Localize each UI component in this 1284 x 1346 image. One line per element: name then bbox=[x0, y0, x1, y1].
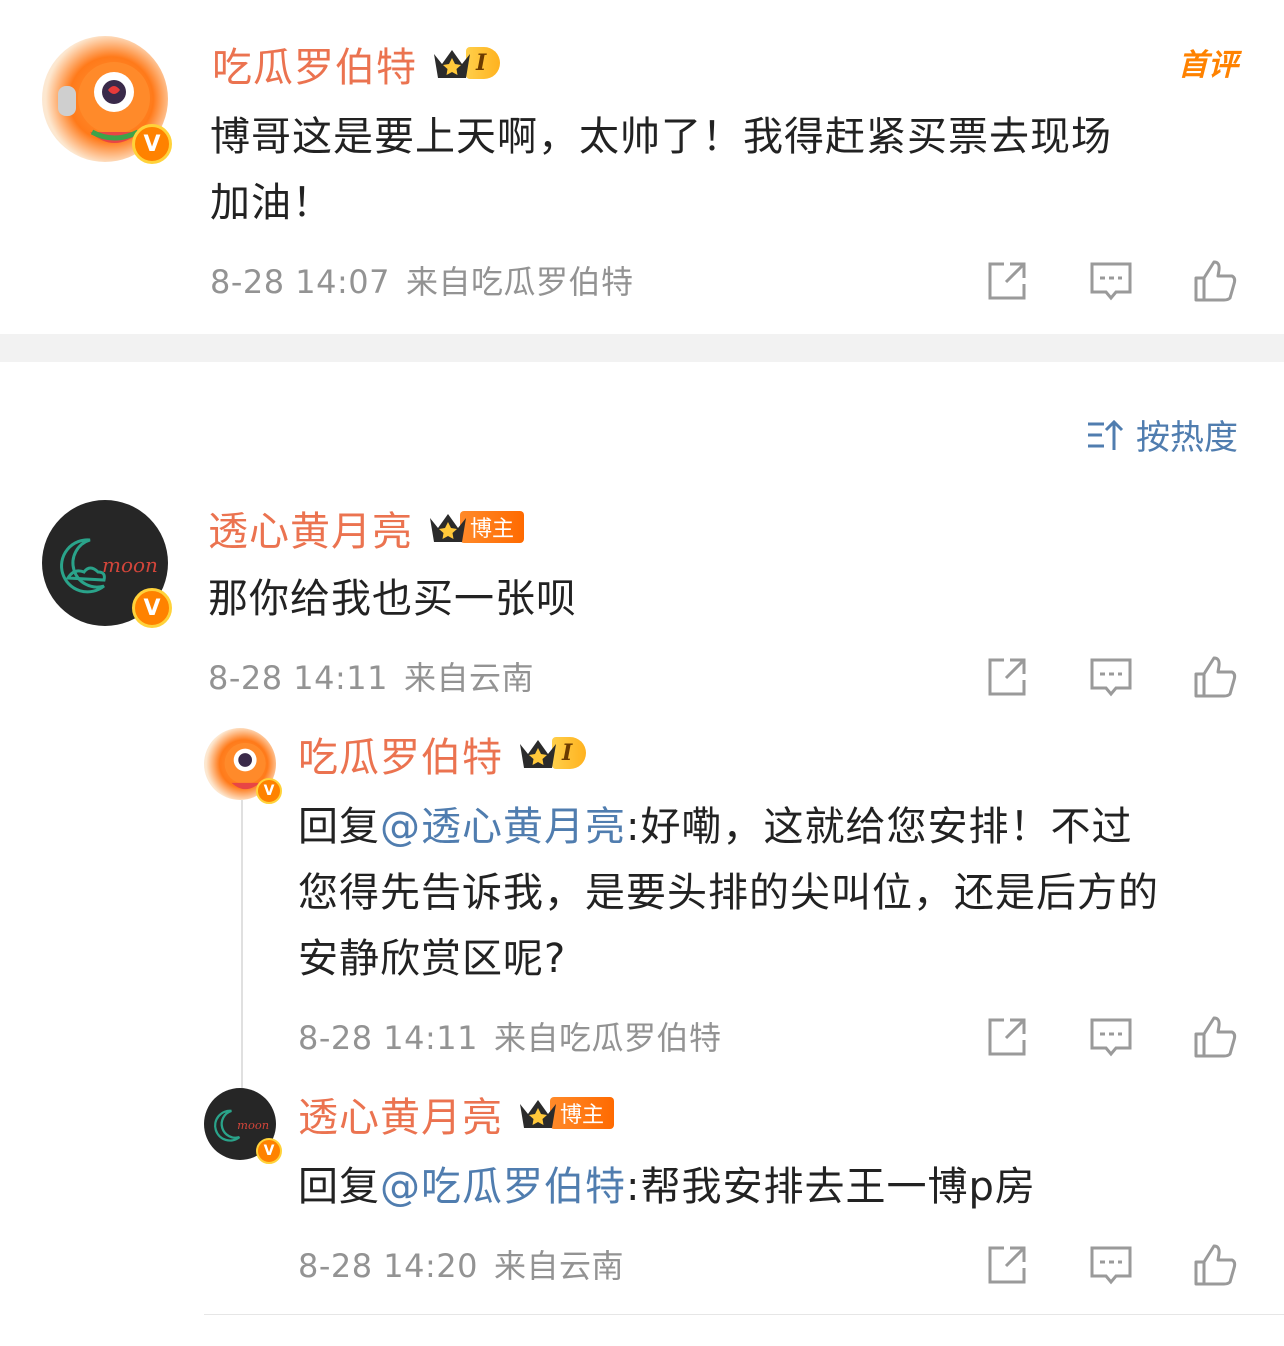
first-comment-badge: 首评 bbox=[1178, 48, 1238, 83]
sort-label: 按热度 bbox=[1136, 418, 1238, 458]
comment-source: 来自吃瓜罗伯特 bbox=[406, 263, 634, 301]
username[interactable]: 吃瓜罗伯特 bbox=[212, 48, 417, 88]
username[interactable]: 透心黄月亮 bbox=[208, 512, 413, 552]
avatar[interactable]: V bbox=[42, 36, 172, 164]
avatar[interactable]: moon V bbox=[204, 1088, 282, 1164]
comment-date: 8-28 14:07 bbox=[210, 263, 391, 301]
share-icon[interactable] bbox=[984, 1242, 1030, 1288]
comment-source: 来自云南 bbox=[404, 659, 535, 697]
crown-icon bbox=[518, 1096, 556, 1130]
member-level-badge: I bbox=[432, 46, 501, 80]
comment-icon[interactable] bbox=[1088, 1014, 1134, 1060]
author-badge: 博主 bbox=[550, 1097, 615, 1129]
like-icon[interactable] bbox=[1192, 258, 1238, 304]
sort-icon bbox=[1088, 419, 1124, 450]
comment-text: 博哥这是要上天啊，太帅了！我得赶紧买票去现场 加油！ bbox=[210, 114, 1112, 226]
reply-actions bbox=[984, 1014, 1238, 1060]
share-icon[interactable] bbox=[984, 1014, 1030, 1060]
mention-link[interactable]: @透心黄月亮 bbox=[380, 804, 626, 850]
member-level-badge: I bbox=[518, 736, 587, 770]
verified-badge-icon: V bbox=[132, 124, 172, 164]
reply-text: 回复@透心黄月亮:好嘞，这就给您安排！不过 您得先告诉我，是要头排的尖叫位，还是… bbox=[298, 804, 1159, 982]
comment-icon[interactable] bbox=[1088, 258, 1134, 304]
comment-meta: 8-28 14:11 来自云南 bbox=[208, 662, 534, 694]
username[interactable]: 吃瓜罗伯特 bbox=[298, 738, 503, 778]
like-icon[interactable] bbox=[1192, 654, 1238, 700]
member-level-badge: 博主 bbox=[428, 510, 525, 544]
crown-icon bbox=[518, 736, 556, 770]
like-icon[interactable] bbox=[1192, 1014, 1238, 1060]
verified-badge-icon: V bbox=[132, 588, 172, 628]
reply-source: 来自吃瓜罗伯特 bbox=[494, 1019, 722, 1057]
reply-meta: 8-28 14:11 来自吃瓜罗伯特 bbox=[298, 1022, 722, 1054]
sort-toggle[interactable]: 按热度 bbox=[1086, 410, 1238, 459]
crown-icon bbox=[428, 510, 466, 544]
share-icon[interactable] bbox=[984, 654, 1030, 700]
section-divider bbox=[0, 334, 1284, 362]
comment-icon[interactable] bbox=[1088, 654, 1134, 700]
like-icon[interactable] bbox=[1192, 1242, 1238, 1288]
comment-text: 那你给我也买一张呗 bbox=[208, 576, 577, 622]
svg-text:moon: moon bbox=[102, 553, 158, 577]
thread-connector bbox=[241, 800, 243, 1090]
reply-source: 来自云南 bbox=[494, 1247, 625, 1285]
reply-text: 回复@吃瓜罗伯特:帮我安排去王一博p房 bbox=[298, 1164, 1036, 1210]
reply-meta: 8-28 14:20 来自云南 bbox=[298, 1250, 624, 1282]
comment-actions bbox=[984, 654, 1238, 700]
verified-badge-icon: V bbox=[256, 778, 282, 804]
divider bbox=[204, 1314, 1284, 1315]
reply-date: 8-28 14:11 bbox=[298, 1019, 479, 1057]
crown-icon bbox=[432, 46, 470, 80]
mention-link[interactable]: @吃瓜罗伯特 bbox=[380, 1164, 626, 1210]
avatar[interactable]: moon V bbox=[42, 500, 172, 628]
reply-date: 8-28 14:20 bbox=[298, 1247, 479, 1285]
comment-icon[interactable] bbox=[1088, 1242, 1134, 1288]
member-level-badge: 博主 bbox=[518, 1096, 615, 1130]
comment-actions bbox=[984, 258, 1238, 304]
author-badge: 博主 bbox=[460, 511, 525, 543]
reply-actions bbox=[984, 1242, 1238, 1288]
comment-date: 8-28 14:11 bbox=[208, 659, 389, 697]
avatar[interactable]: V bbox=[204, 728, 282, 804]
svg-text:moon: moon bbox=[237, 1118, 269, 1132]
verified-badge-icon: V bbox=[256, 1138, 282, 1164]
comment-meta: 8-28 14:07 来自吃瓜罗伯特 bbox=[210, 266, 634, 298]
share-icon[interactable] bbox=[984, 258, 1030, 304]
username[interactable]: 透心黄月亮 bbox=[298, 1098, 503, 1138]
